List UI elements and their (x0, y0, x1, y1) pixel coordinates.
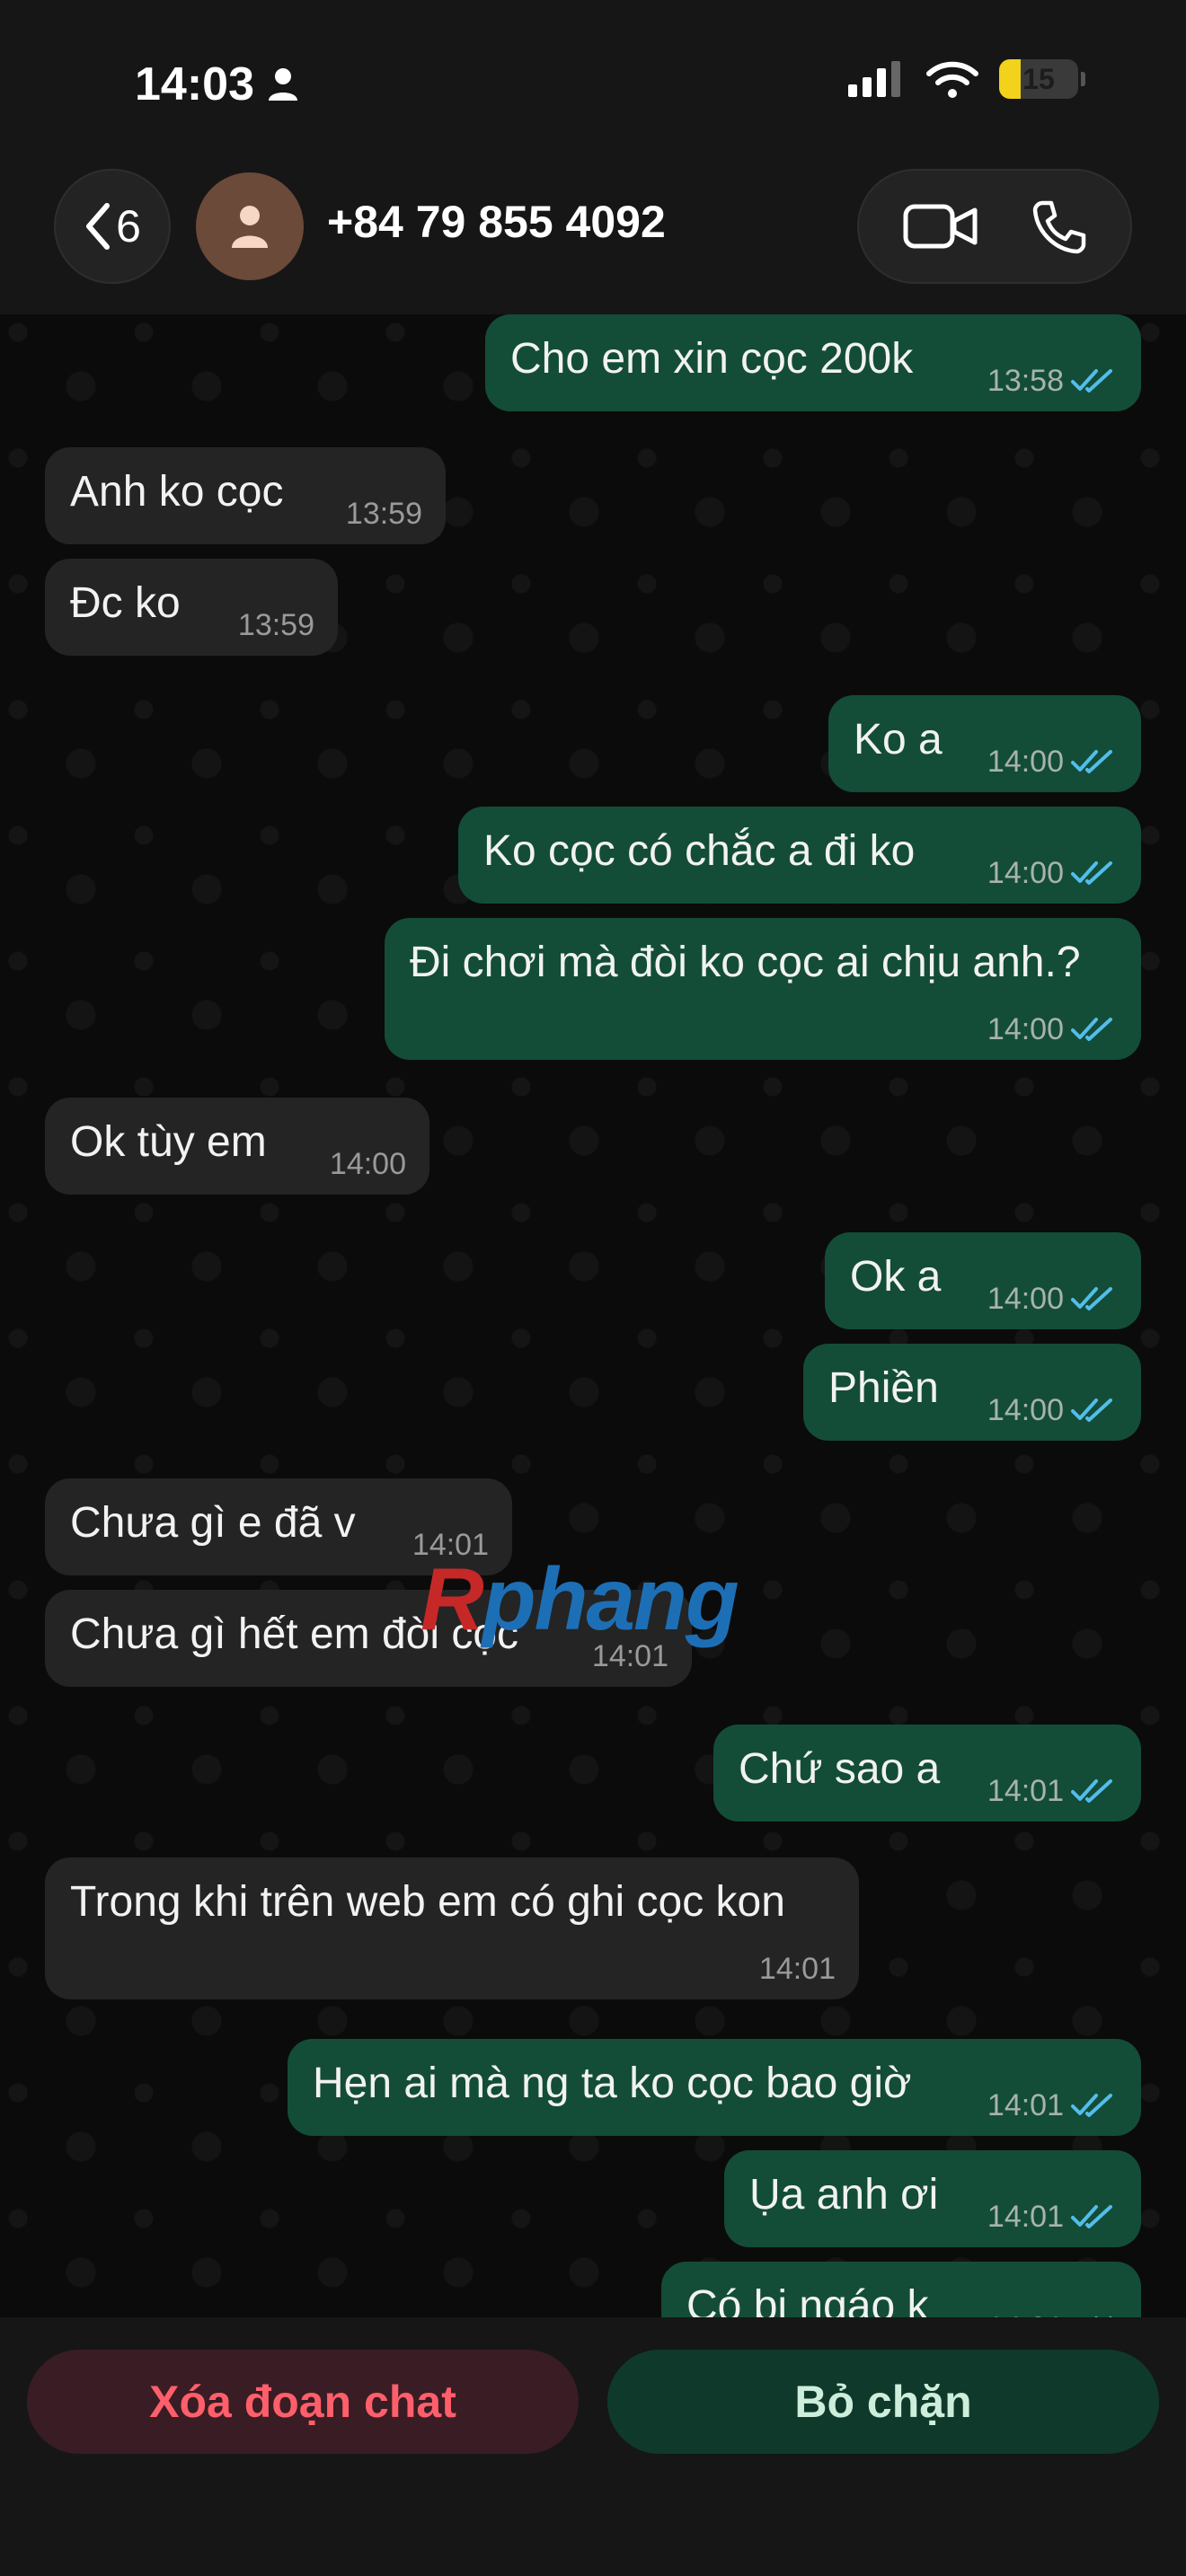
status-time: 14:03 (135, 58, 254, 110)
message-bubble-outgoing[interactable]: Ko a 14:00 (828, 695, 1141, 792)
message-meta: 14:00 (330, 1147, 406, 1182)
battery-level: 15 (1022, 62, 1055, 95)
message-text: Phiền (828, 1364, 939, 1412)
message-time: 14:01 (758, 1951, 836, 1986)
message-bubble-outgoing[interactable]: Ok a 14:00 (825, 1232, 1141, 1329)
watermark: Rphang (420, 1548, 739, 1650)
wifi-icon (926, 61, 978, 98)
message-text: Ko a (854, 716, 943, 763)
read-ticks-icon (1071, 2094, 1112, 2118)
avatar-person-icon (232, 206, 268, 248)
message-time: 14:00 (987, 1011, 1064, 1046)
message-text: Ok a (850, 1253, 942, 1301)
message-text: Ụa anh ơi (749, 2171, 939, 2219)
message-text: Trong khi trên web em có ghi cọc kon (70, 1878, 785, 1926)
chat-area[interactable]: Cho em xin cọc 200k 13:58 Anh ko cọc 13:59 Đ… (0, 314, 1186, 2317)
message-meta: 14:01 (987, 2200, 1118, 2235)
phone-icon[interactable] (1030, 198, 1087, 255)
message-text: Chưa gì e đã v (70, 1499, 356, 1547)
message-bubble-incoming[interactable]: Anh ko cọc 13:59 (45, 447, 446, 544)
message-bubble-outgoing[interactable]: Có bị ngáo k 14:01 (661, 2262, 1141, 2317)
watermark-rest: phang (482, 1549, 739, 1648)
video-call-icon[interactable] (903, 201, 978, 251)
contact-name[interactable]: +84 79 855 4092 (327, 196, 666, 248)
status-time-group: 14:03 (135, 57, 299, 111)
message-meta: 14:01 (759, 1952, 836, 1987)
watermark-r: R (420, 1549, 484, 1648)
person-icon (269, 68, 297, 101)
message-meta: 13:59 (238, 608, 314, 643)
message-meta: 14:00 (987, 745, 1118, 780)
message-time: 13:59 (345, 496, 422, 531)
back-unread-count: 6 (116, 201, 141, 251)
message-time: 14:01 (987, 1773, 1064, 1808)
message-text: Đc ko (70, 579, 181, 627)
message-bubble-outgoing[interactable]: Phiền 14:00 (803, 1344, 1141, 1441)
message-bubble-incoming[interactable]: Ok tùy em 14:00 (45, 1098, 429, 1195)
message-bubble-incoming[interactable]: Đc ko 13:59 (45, 559, 338, 656)
message-text: Ko cọc có chắc a đi ko (483, 827, 916, 875)
message-time: 14:01 (987, 2199, 1064, 2234)
message-text: Ok tùy em (70, 1118, 267, 1166)
message-text: Anh ko cọc (70, 468, 284, 516)
message-meta: 14:01 (987, 2311, 1118, 2317)
message-time: 13:59 (237, 607, 314, 642)
message-time: 14:00 (329, 1146, 406, 1181)
message-meta: 13:59 (346, 497, 422, 532)
message-bubble-incoming[interactable]: Trong khi trên web em có ghi cọc kon 14:0… (45, 1857, 859, 1999)
read-ticks-icon (1071, 2205, 1112, 2229)
status-bar: 14:03 15 (0, 0, 1186, 162)
call-button-group (857, 169, 1132, 284)
signal-icon (848, 61, 900, 97)
message-meta: 14:00 (987, 1282, 1118, 1317)
message-meta: 14:00 (987, 856, 1118, 891)
back-chevron-icon (86, 203, 111, 250)
message-time: 14:00 (987, 855, 1064, 890)
read-ticks-icon (1071, 1398, 1112, 1423)
message-time: 14:00 (987, 1281, 1064, 1316)
read-ticks-icon (1071, 369, 1112, 393)
message-meta: 14:01 (987, 2088, 1118, 2123)
message-bubble-outgoing[interactable]: Ụa anh ơi 14:01 (724, 2150, 1141, 2247)
message-text: Có bị ngáo k (686, 2282, 929, 2317)
message-meta: 14:01 (987, 1774, 1118, 1809)
message-time: 14:00 (987, 744, 1064, 779)
message-bubble-outgoing[interactable]: Hẹn ai mà ng ta ko cọc bao giờ 14:01 (288, 2039, 1141, 2136)
message-meta: 14:00 (987, 1393, 1118, 1428)
status-right: 15 (848, 59, 1085, 99)
message-bubble-outgoing[interactable]: Cho em xin cọc 200k 13:58 (485, 314, 1141, 411)
message-time: 13:58 (987, 363, 1064, 398)
unblock-button[interactable]: Bỏ chặn (607, 2350, 1159, 2454)
read-ticks-icon (1071, 1779, 1112, 1804)
message-text: Chứ sao a (739, 1745, 941, 1793)
message-text: Đi chơi mà đòi ko cọc ai chịu anh.? (410, 939, 1081, 986)
message-meta: 13:58 (987, 364, 1118, 399)
message-bubble-outgoing[interactable]: Đi chơi mà đòi ko cọc ai chịu anh.? 14:00 (385, 918, 1141, 1060)
chat-header: 6 +84 79 855 4092 (0, 162, 1186, 314)
battery-icon: 15 (999, 59, 1085, 99)
read-ticks-icon (1071, 750, 1112, 774)
message-time: 14:00 (987, 1392, 1064, 1427)
avatar[interactable] (196, 172, 304, 280)
message-time: 14:01 (987, 2087, 1064, 2122)
blocked-footer: Xóa đoạn chat Bỏ chặn (0, 2317, 1186, 2576)
back-button[interactable]: 6 (54, 169, 171, 284)
read-ticks-icon (1071, 1287, 1112, 1311)
message-time: 14:01 (987, 2311, 1064, 2317)
message-text: Hẹn ai mà ng ta ko cọc bao giờ (313, 2060, 912, 2107)
read-ticks-icon (1071, 861, 1112, 886)
read-ticks-icon (1071, 1018, 1112, 1042)
delete-chat-button[interactable]: Xóa đoạn chat (27, 2350, 579, 2454)
message-bubble-outgoing[interactable]: Ko cọc có chắc a đi ko 14:00 (458, 807, 1141, 904)
message-meta: 14:00 (987, 1012, 1118, 1047)
message-text: Cho em xin cọc 200k (510, 335, 914, 383)
message-bubble-outgoing[interactable]: Chứ sao a 14:01 (713, 1725, 1141, 1822)
